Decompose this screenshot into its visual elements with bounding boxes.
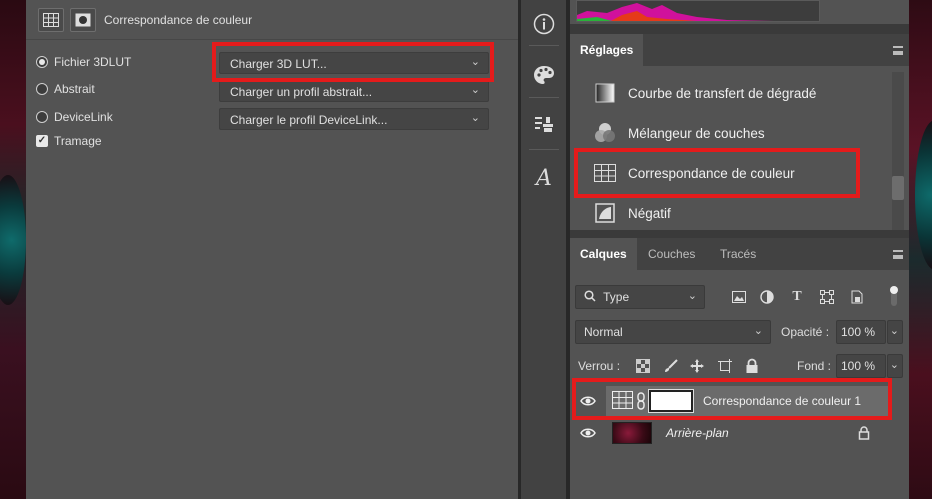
layer-row[interactable]: Arrière-plan: [570, 418, 898, 448]
adjustment-item-invert[interactable]: Négatif: [594, 197, 874, 229]
adjustments-scrollbar-thumb[interactable]: [892, 176, 904, 200]
glyphs-icon[interactable]: A: [529, 163, 559, 193]
filter-toggle[interactable]: [888, 283, 900, 309]
option-devicelink[interactable]: DeviceLink: [36, 110, 113, 124]
option-abstrait[interactable]: Abstrait: [36, 82, 95, 96]
radio-icon[interactable]: [36, 111, 48, 123]
filter-pixel-icon[interactable]: [730, 288, 748, 306]
adjustment-layer-icon: [612, 390, 634, 412]
chevron-down-icon: ⌄: [470, 56, 480, 68]
fill-label: Fond :: [797, 359, 832, 373]
link-icon[interactable]: [636, 390, 646, 412]
option-label: Fichier 3DLUT: [54, 55, 132, 69]
panel-menu-icon[interactable]: [893, 250, 903, 259]
layer-thumbnail: [612, 422, 652, 444]
canvas-left-edge: [0, 0, 26, 499]
filter-type-icon[interactable]: T: [788, 288, 806, 306]
palette-icon[interactable]: [529, 60, 559, 90]
lock-image-pixels-icon[interactable]: [662, 357, 680, 375]
canvas-right-edge: [909, 0, 932, 499]
fill-input[interactable]: 100 %: [836, 354, 886, 378]
chevron-down-icon: ⌄: [470, 84, 480, 96]
blend-mode-value: Normal: [584, 325, 623, 339]
tab-traces[interactable]: Tracés: [710, 238, 766, 270]
histogram: [576, 0, 820, 22]
load-abstract-profile-dropdown[interactable]: Charger un profil abstrait... ⌄: [219, 80, 489, 102]
layer-name[interactable]: Correspondance de couleur 1: [703, 394, 861, 408]
panel-menu-icon[interactable]: [893, 46, 903, 55]
adjustment-label: Correspondance de couleur: [628, 165, 795, 181]
layer-name[interactable]: Arrière-plan: [666, 426, 729, 440]
checkbox-icon[interactable]: ✓: [36, 135, 48, 147]
adjustments-tabbar: Réglages: [570, 34, 909, 66]
info-icon[interactable]: [529, 9, 559, 39]
canvas-image-detail: [0, 175, 26, 305]
blend-mode-select[interactable]: Normal ⌄: [575, 320, 771, 344]
filter-label: Type: [603, 290, 630, 304]
adjustment-label: Mélangeur de couches: [628, 125, 765, 141]
dropdown-value: Charger un profil abstrait...: [230, 85, 373, 99]
clone-source-icon[interactable]: [529, 110, 559, 140]
chevron-down-icon: ⌄: [687, 290, 697, 302]
eye-icon[interactable]: [580, 426, 596, 440]
filter-smart-object-icon[interactable]: [848, 288, 866, 306]
lock-all-icon[interactable]: [743, 357, 761, 375]
channel-mixer-icon: [594, 122, 616, 144]
chevron-down-icon: ⌄: [753, 325, 763, 337]
adjustment-label: Courbe de transfert de dégradé: [628, 85, 817, 101]
eye-icon[interactable]: [580, 394, 596, 408]
invert-icon: [594, 202, 616, 224]
lock-position-icon[interactable]: [688, 357, 706, 375]
adjustment-item-channel-mixer[interactable]: Mélangeur de couches: [594, 117, 874, 149]
mask-icon[interactable]: [70, 8, 96, 32]
load-3d-lut-dropdown[interactable]: Charger 3D LUT... ⌄: [219, 52, 489, 74]
chevron-down-icon: ⌄: [470, 112, 480, 124]
search-icon: [584, 290, 596, 305]
lock-artboard-icon[interactable]: [716, 357, 734, 375]
adjustment-grid-icon[interactable]: [38, 8, 64, 32]
layer-row[interactable]: Correspondance de couleur 1: [570, 386, 898, 416]
option-label: Abstrait: [54, 82, 95, 96]
opacity-label: Opacité :: [781, 325, 830, 339]
canvas-image-detail: [915, 120, 932, 270]
opacity-dropdown[interactable]: ⌄: [887, 320, 903, 344]
opacity-value: 100 %: [841, 325, 876, 339]
filter-adjustment-icon[interactable]: [758, 288, 776, 306]
radio-icon[interactable]: [36, 83, 48, 95]
filter-shape-icon[interactable]: [818, 288, 836, 306]
adjustment-label: Négatif: [628, 205, 671, 221]
right-panels: Réglages Courbe de transfert de dégradé …: [570, 0, 909, 499]
properties-title: Correspondance de couleur: [104, 13, 253, 27]
load-devicelink-profile-dropdown[interactable]: Charger le profil DeviceLink... ⌄: [219, 108, 489, 130]
option-label: DeviceLink: [54, 110, 113, 124]
option-fichier-3dlut[interactable]: Fichier 3DLUT: [36, 55, 131, 69]
layer-filter-select[interactable]: Type ⌄: [575, 285, 705, 309]
adjustments-scrollbar[interactable]: [892, 72, 904, 230]
option-tramage[interactable]: ✓ Tramage: [36, 134, 102, 148]
lock-label: Verrou :: [578, 359, 621, 373]
properties-header: Correspondance de couleur: [26, 0, 518, 40]
panel-icon-strip: A: [521, 0, 566, 499]
radio-icon[interactable]: [36, 56, 48, 68]
fill-value: 100 %: [841, 359, 876, 373]
fill-dropdown[interactable]: ⌄: [887, 354, 903, 378]
dropdown-value: Charger le profil DeviceLink...: [230, 113, 388, 127]
tab-couches[interactable]: Couches: [638, 238, 705, 270]
opacity-input[interactable]: 100 %: [836, 320, 886, 344]
properties-panel: Correspondance de couleur Fichier 3DLUT …: [26, 0, 518, 499]
lock-transparency-icon[interactable]: [634, 357, 652, 375]
adjustment-item-gradient-map[interactable]: Courbe de transfert de dégradé: [594, 77, 874, 109]
gradient-map-icon: [594, 82, 616, 104]
tab-reglages[interactable]: Réglages: [570, 34, 644, 66]
lock-icon: [858, 426, 870, 440]
adjustment-item-color-lookup[interactable]: Correspondance de couleur: [594, 157, 874, 189]
option-label: Tramage: [54, 134, 102, 148]
chevron-down-icon: ⌄: [889, 359, 899, 371]
dropdown-value: Charger 3D LUT...: [230, 57, 327, 71]
chevron-down-icon: ⌄: [889, 325, 899, 337]
layer-mask-thumbnail[interactable]: [648, 389, 694, 413]
tab-calques[interactable]: Calques: [570, 238, 637, 270]
color-lookup-icon: [594, 162, 616, 184]
layers-tabbar: Calques Couches Tracés: [570, 238, 909, 270]
